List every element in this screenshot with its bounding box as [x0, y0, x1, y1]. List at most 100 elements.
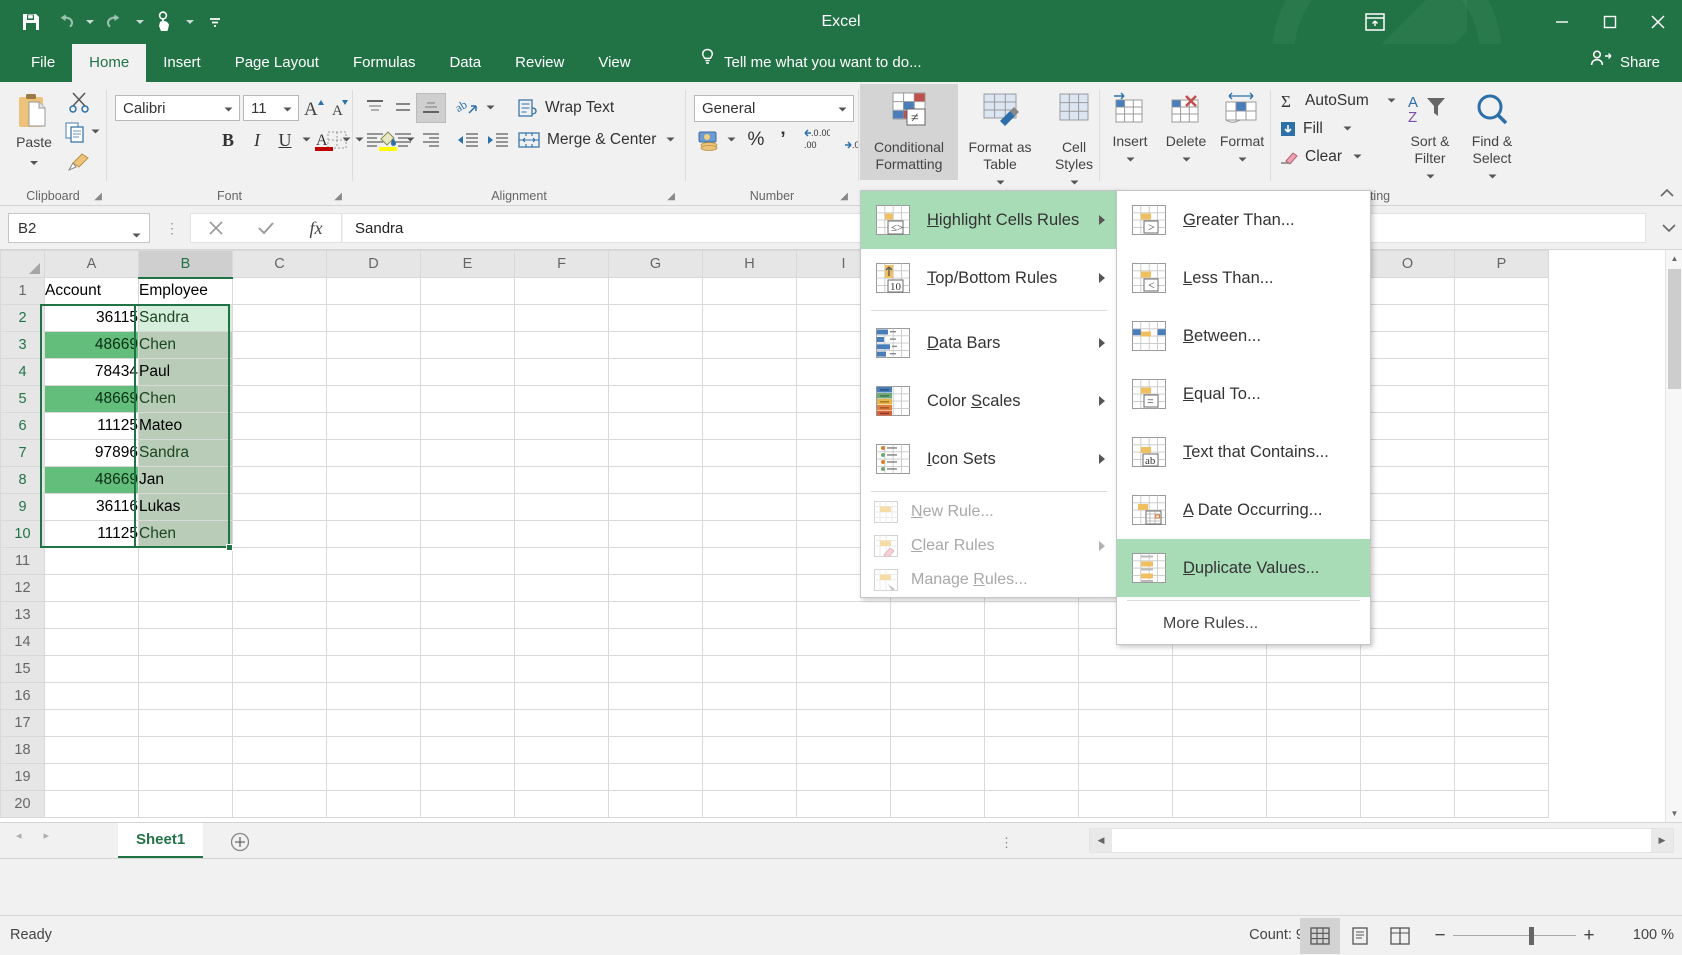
- close-button[interactable]: [1634, 0, 1682, 44]
- cell-G8[interactable]: [609, 467, 703, 494]
- add-sheet-button[interactable]: [228, 830, 252, 854]
- font-color-dropdown-icon[interactable]: [339, 126, 353, 154]
- bold-button[interactable]: B: [213, 126, 243, 154]
- tab-formulas[interactable]: Formulas: [336, 44, 433, 82]
- cell-P10[interactable]: [1455, 521, 1549, 548]
- cell-O3[interactable]: [1361, 332, 1455, 359]
- fill-handle[interactable]: [226, 544, 233, 551]
- clipboard-dialog-launcher[interactable]: ◢: [94, 191, 102, 202]
- cell-O9[interactable]: [1361, 494, 1455, 521]
- zoom-slider-track[interactable]: [1453, 919, 1576, 953]
- align-right-icon[interactable]: [417, 126, 445, 154]
- cell-A1[interactable]: Account: [45, 278, 139, 305]
- font-dialog-launcher[interactable]: ◢: [334, 191, 342, 202]
- merge-center-dropdown-icon[interactable]: [663, 126, 677, 154]
- cell-C6[interactable]: [233, 413, 327, 440]
- row-header-2[interactable]: 2: [1, 305, 45, 332]
- scroll-right-button[interactable]: ▶: [1651, 829, 1673, 852]
- cell-L18[interactable]: [1079, 737, 1173, 764]
- cell-D12[interactable]: [327, 575, 421, 602]
- cell-G14[interactable]: [609, 629, 703, 656]
- cell-F11[interactable]: [515, 548, 609, 575]
- cell-P20[interactable]: [1455, 791, 1549, 818]
- increase-indent-icon[interactable]: [483, 126, 513, 154]
- cell-G5[interactable]: [609, 386, 703, 413]
- delete-cells-dropdown-icon[interactable]: [1182, 150, 1191, 166]
- column-header-p[interactable]: P: [1455, 251, 1549, 278]
- sort-filter-dropdown-icon[interactable]: [1426, 167, 1435, 183]
- cell-B20[interactable]: [139, 791, 233, 818]
- cell-C19[interactable]: [233, 764, 327, 791]
- cell-F19[interactable]: [515, 764, 609, 791]
- cell-C18[interactable]: [233, 737, 327, 764]
- cf-menu-item-highlight-cells-rules[interactable]: ≤>Highlight Cells Rules: [861, 191, 1117, 249]
- cell-A6[interactable]: 11125: [45, 413, 139, 440]
- row-header-4[interactable]: 4: [1, 359, 45, 386]
- cf-menu-item-top-bottom-rules[interactable]: 10Top/Bottom Rules: [861, 249, 1117, 307]
- expand-formula-bar-icon[interactable]: [1662, 220, 1676, 237]
- cell-P15[interactable]: [1455, 656, 1549, 683]
- column-header-d[interactable]: D: [327, 251, 421, 278]
- vertical-scrollbar[interactable]: ▲ ▼: [1665, 250, 1682, 822]
- row-header-15[interactable]: 15: [1, 656, 45, 683]
- cell-C15[interactable]: [233, 656, 327, 683]
- cell-J20[interactable]: [891, 791, 985, 818]
- cell-F16[interactable]: [515, 683, 609, 710]
- cell-F18[interactable]: [515, 737, 609, 764]
- row-header-3[interactable]: 3: [1, 332, 45, 359]
- cell-B19[interactable]: [139, 764, 233, 791]
- cell-E1[interactable]: [421, 278, 515, 305]
- increase-font-size-button[interactable]: A: [301, 94, 329, 122]
- column-header-e[interactable]: E: [421, 251, 515, 278]
- cell-D10[interactable]: [327, 521, 421, 548]
- cell-N20[interactable]: [1267, 791, 1361, 818]
- scroll-up-button[interactable]: ▲: [1666, 250, 1682, 267]
- enter-icon[interactable]: [241, 214, 291, 242]
- cell-C8[interactable]: [233, 467, 327, 494]
- cell-F10[interactable]: [515, 521, 609, 548]
- tab-file[interactable]: File: [14, 44, 72, 82]
- column-header-f[interactable]: F: [515, 251, 609, 278]
- cell-H18[interactable]: [703, 737, 797, 764]
- wrap-text-button[interactable]: Wrap Text: [513, 94, 645, 122]
- cf-submenu-item-duplicate-values[interactable]: Duplicate Values...: [1117, 539, 1370, 597]
- cell-O20[interactable]: [1361, 791, 1455, 818]
- cell-F13[interactable]: [515, 602, 609, 629]
- cell-N15[interactable]: [1267, 656, 1361, 683]
- find-select-dropdown-icon[interactable]: [1488, 167, 1497, 183]
- horizontal-scrollbar-track[interactable]: [1112, 829, 1651, 852]
- row-header-12[interactable]: 12: [1, 575, 45, 602]
- orientation-dropdown-icon[interactable]: [483, 94, 497, 122]
- cell-G9[interactable]: [609, 494, 703, 521]
- cell-L19[interactable]: [1079, 764, 1173, 791]
- sheet-prev-icon[interactable]: ◂: [16, 829, 22, 842]
- cell-F1[interactable]: [515, 278, 609, 305]
- cell-J19[interactable]: [891, 764, 985, 791]
- cell-O11[interactable]: [1361, 548, 1455, 575]
- row-header-19[interactable]: 19: [1, 764, 45, 791]
- cell-O5[interactable]: [1361, 386, 1455, 413]
- cell-F6[interactable]: [515, 413, 609, 440]
- cell-B8[interactable]: Jan: [139, 467, 233, 494]
- cell-O13[interactable]: [1361, 602, 1455, 629]
- row-header-17[interactable]: 17: [1, 710, 45, 737]
- cell-E8[interactable]: [421, 467, 515, 494]
- cell-F12[interactable]: [515, 575, 609, 602]
- accounting-dropdown-icon[interactable]: [724, 126, 738, 154]
- font-size-input[interactable]: 11: [243, 95, 299, 121]
- cell-G6[interactable]: [609, 413, 703, 440]
- name-box[interactable]: B2: [8, 213, 150, 243]
- minimize-button[interactable]: [1538, 0, 1586, 44]
- cell-C3[interactable]: [233, 332, 327, 359]
- cell-M20[interactable]: [1173, 791, 1267, 818]
- autosum-button[interactable]: Σ AutoSum: [1279, 87, 1383, 115]
- cell-H6[interactable]: [703, 413, 797, 440]
- cell-D5[interactable]: [327, 386, 421, 413]
- merge-center-button[interactable]: Merge & Center: [513, 126, 663, 154]
- column-header-a[interactable]: A: [45, 251, 139, 278]
- zoom-slider-thumb[interactable]: [1529, 927, 1534, 945]
- autosum-dropdown-icon[interactable]: [1383, 87, 1399, 115]
- paste-button[interactable]: Paste: [6, 88, 62, 180]
- zoom-in-button[interactable]: +: [1576, 919, 1602, 953]
- cell-F5[interactable]: [515, 386, 609, 413]
